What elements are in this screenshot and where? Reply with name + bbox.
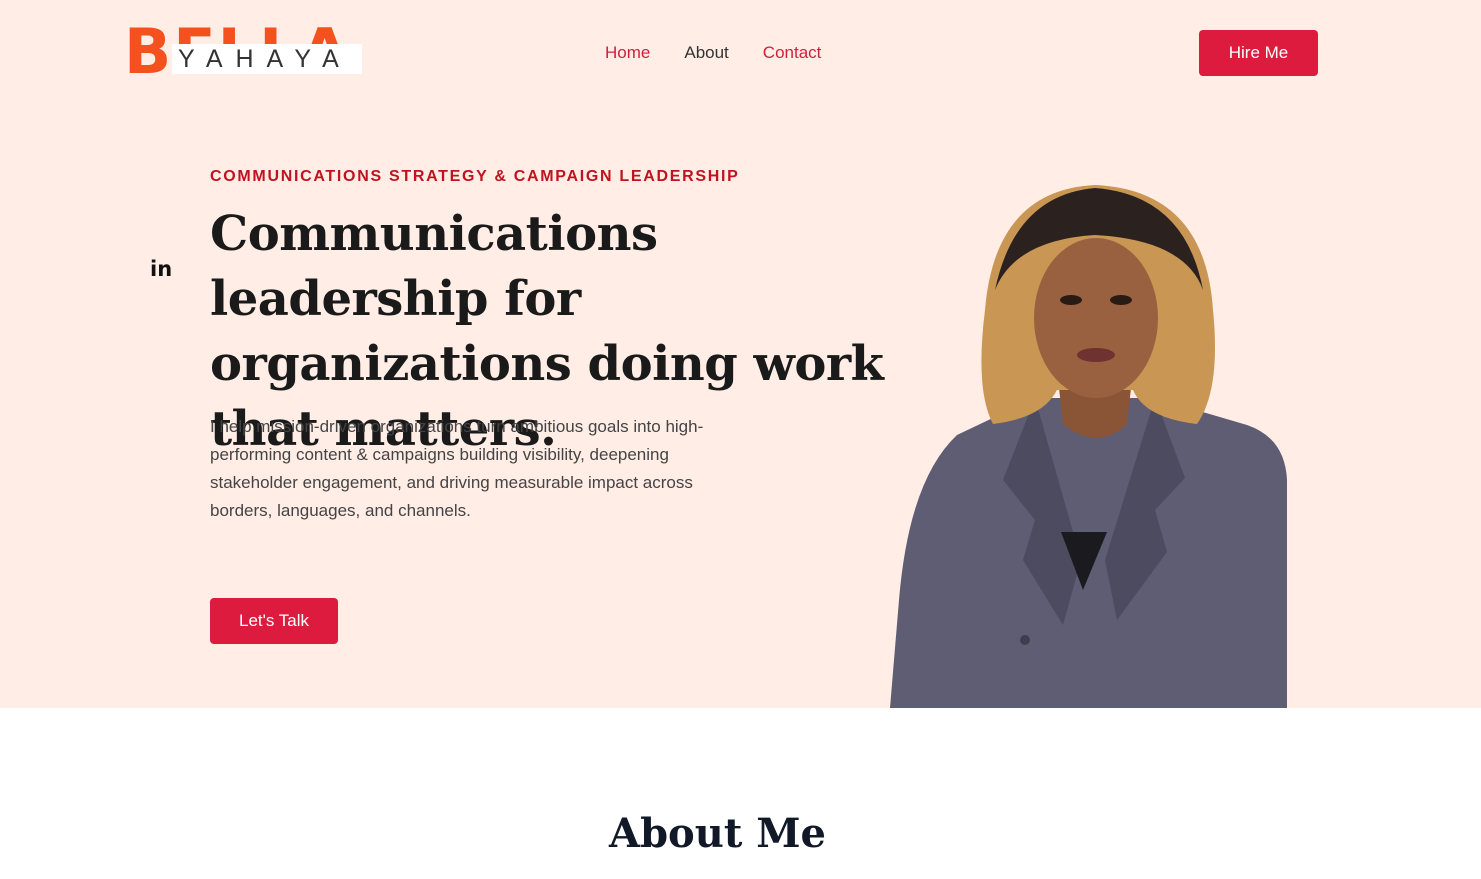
- logo[interactable]: BELLA YAHAYA: [124, 21, 364, 83]
- main-nav: Home About Contact: [605, 41, 855, 65]
- hire-me-button[interactable]: Hire Me: [1199, 30, 1318, 76]
- hero-eyebrow: COMMUNICATIONS STRATEGY & CAMPAIGN LEADE…: [210, 168, 740, 185]
- portrait-photo: [890, 185, 1287, 708]
- logo-yahaya-text: YAHAYA: [178, 45, 352, 73]
- nav-contact-link[interactable]: Contact: [763, 41, 822, 65]
- linkedin-icon[interactable]: in: [150, 257, 172, 281]
- about-section-title: About Me: [609, 810, 826, 857]
- hero-description: I help mission-driven organizations turn…: [210, 417, 704, 520]
- lets-talk-button[interactable]: Let's Talk: [210, 598, 338, 644]
- nav-home-link[interactable]: Home: [605, 41, 650, 65]
- hero-section: BELLA YAHAYA Home About Contact Hire Me …: [0, 0, 1481, 708]
- nav-about-link[interactable]: About: [684, 41, 728, 65]
